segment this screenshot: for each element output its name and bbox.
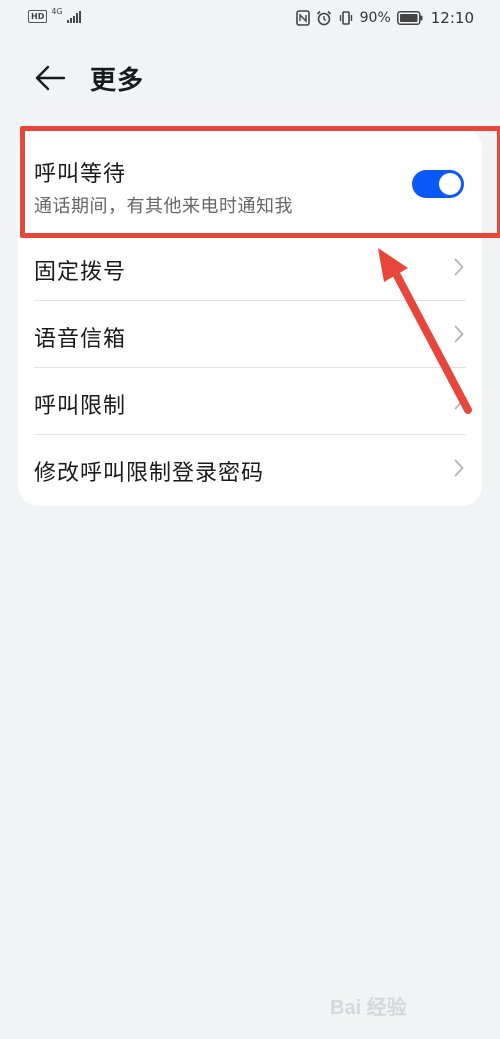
watermark: Bai 经验 [330,985,470,1025]
settings-item-label: 呼叫限制 [34,394,127,419]
back-button[interactable] [30,60,70,96]
toggle-knob [439,173,461,195]
call-waiting-row[interactable]: 呼叫等待 通话期间，有其他来电时通知我 [18,128,482,234]
call-waiting-description: 通话期间，有其他来电时通知我 [34,196,293,217]
call-waiting-toggle[interactable] [412,170,464,198]
settings-item-label: 固定拨号 [34,260,127,285]
status-left: HD 4G [28,7,81,23]
settings-item-call-barring[interactable]: 呼叫限制 [18,368,482,434]
settings-item-label: 修改呼叫限制登录密码 [34,461,265,486]
settings-item-change-barring-password[interactable]: 修改呼叫限制登录密码 [18,435,482,501]
signal-icon [66,10,81,23]
header: 更多 [0,50,500,106]
hd-icon: HD [28,10,48,23]
settings-item-voicemail[interactable]: 语音信箱 [18,301,482,367]
chevron-right-icon [454,392,464,410]
status-right: 90% 12:10 [295,9,474,27]
alarm-icon [316,10,332,26]
settings-item-fixed-dialing[interactable]: 固定拨号 [18,234,482,300]
battery-icon [396,11,423,25]
network-type: 4G [51,7,63,16]
chevron-right-icon [454,459,464,477]
page-title: 更多 [90,66,145,96]
chevron-right-icon [454,325,464,343]
clock: 12:10 [430,9,474,27]
battery-percent: 90% [359,10,391,26]
settings-card: 呼叫等待 通话期间，有其他来电时通知我 固定拨号 语音信箱 呼叫限制 修改呼叫限… [18,128,482,506]
settings-item-label: 语音信箱 [34,327,127,352]
nfc-icon [295,10,310,26]
vibrate-icon [338,10,354,26]
arrow-left-icon [35,65,66,91]
chevron-right-icon [454,258,464,276]
call-waiting-label: 呼叫等待 [34,162,127,187]
status-bar: HD 4G 90% 12:10 [0,0,500,38]
watermark-logo: Bai 经验 [330,997,407,1019]
